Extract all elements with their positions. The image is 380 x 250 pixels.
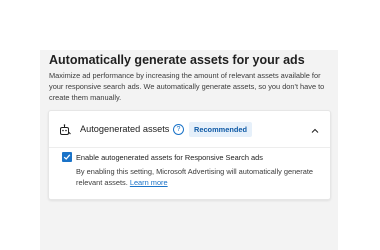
checkbox-help-text: By enabling this setting, Microsoft Adve… xyxy=(76,166,316,188)
section-title: Automatically generate assets for your a… xyxy=(49,53,305,67)
robot-icon xyxy=(59,123,71,135)
card-header[interactable]: Autogenerated assets ? Recommended xyxy=(49,111,330,147)
recommended-badge: Recommended xyxy=(189,122,252,137)
chevron-up-icon[interactable] xyxy=(310,123,320,133)
info-icon[interactable]: ? xyxy=(173,124,184,135)
enable-autogenerated-assets-checkbox[interactable] xyxy=(62,152,72,162)
learn-more-link[interactable]: Learn more xyxy=(130,178,168,187)
checkbox-label[interactable]: Enable autogenerated assets for Responsi… xyxy=(76,153,263,162)
autogenerated-assets-card: Autogenerated assets ? Recommended Enabl… xyxy=(48,110,331,200)
card-divider xyxy=(49,147,330,148)
card-title: Autogenerated assets xyxy=(80,124,170,134)
section-description: Maximize ad performance by increasing th… xyxy=(49,71,325,102)
help-text: By enabling this setting, Microsoft Adve… xyxy=(76,167,314,187)
